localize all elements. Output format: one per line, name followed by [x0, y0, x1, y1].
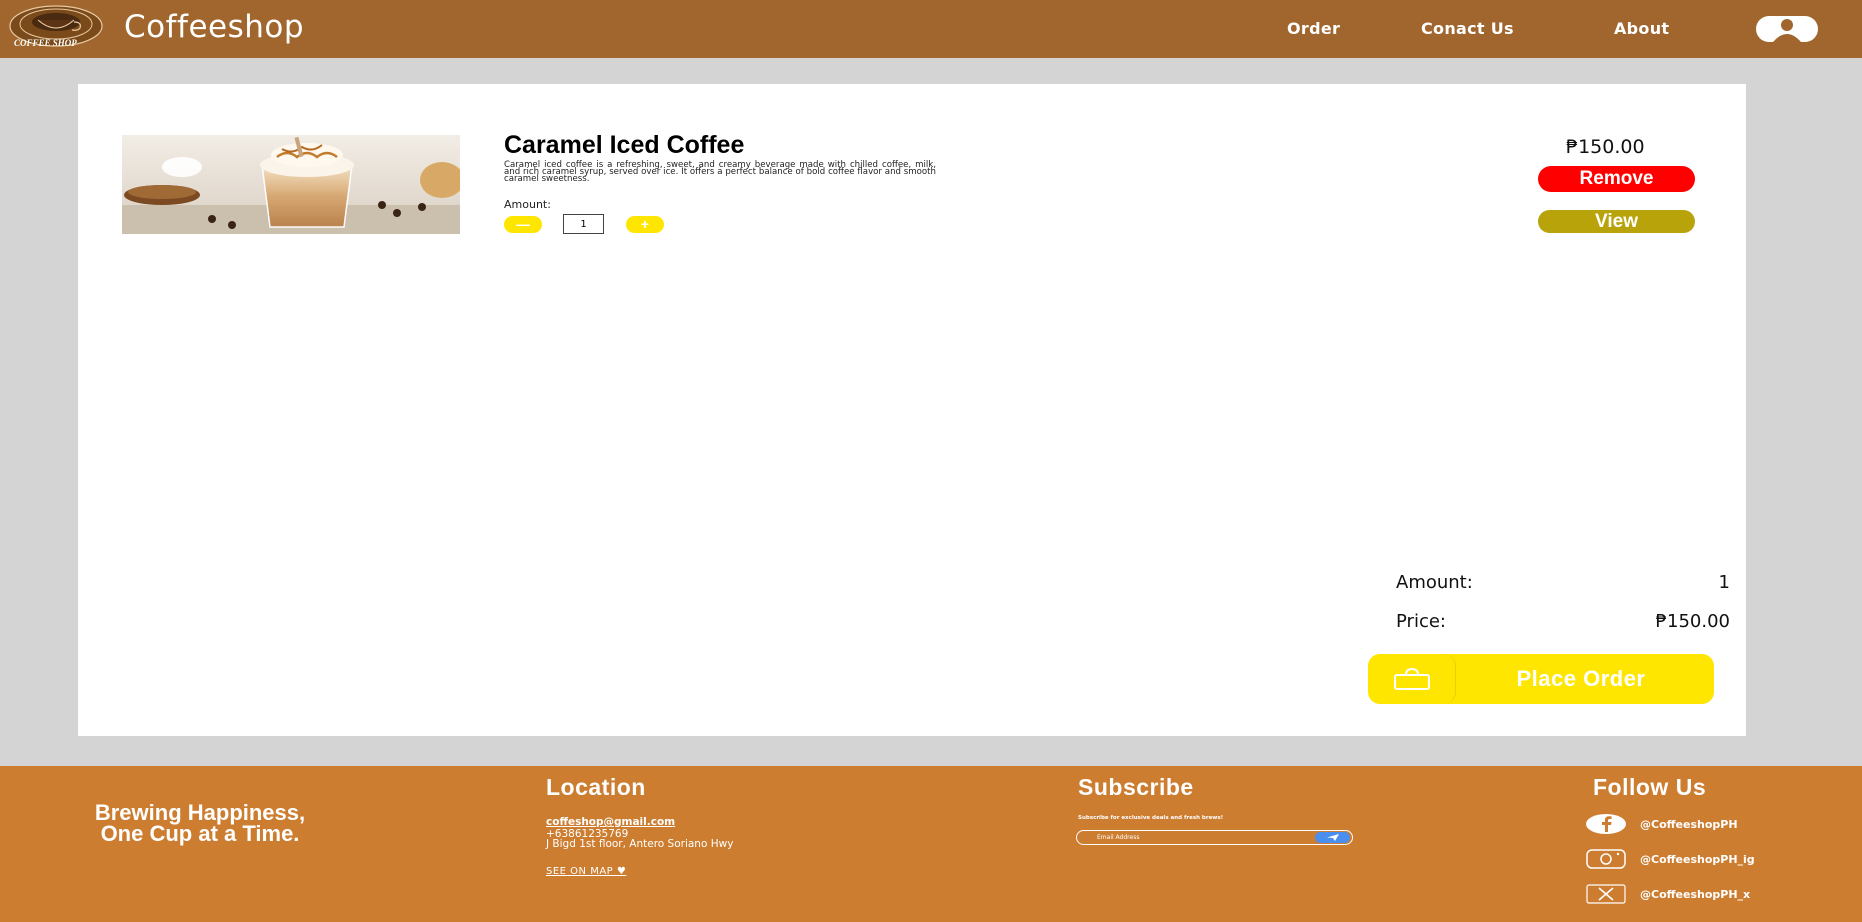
subscribe-send-button[interactable] [1315, 832, 1350, 843]
email-placeholder: Email Address [1097, 834, 1140, 841]
product-image [122, 135, 460, 234]
instagram-handle: @CoffeeshopPH_ig [1640, 853, 1755, 866]
top-navbar: COFFEE SHOP Coffeeshop Order Conact Us A… [0, 0, 1862, 58]
subscribe-heading: Subscribe [1078, 774, 1194, 800]
facebook-handle: @CoffeeshopPH [1640, 818, 1738, 831]
summary-amount-label: Amount: [1396, 572, 1473, 593]
shopping-bag-icon [1368, 654, 1456, 704]
facebook-icon [1586, 814, 1626, 834]
decrease-quantity-button[interactable]: — [504, 216, 542, 233]
amount-label: Amount: [504, 198, 551, 211]
x-handle: @CoffeeshopPH_x [1640, 888, 1751, 901]
nav-contact-link[interactable]: Conact Us [1421, 19, 1514, 38]
place-order-button[interactable]: Place Order [1368, 654, 1714, 704]
remove-button[interactable]: Remove [1538, 166, 1695, 192]
view-button[interactable]: View [1538, 210, 1695, 233]
subscribe-email-input[interactable]: Email Address [1076, 830, 1353, 845]
x-icon [1586, 884, 1626, 904]
instagram-icon [1586, 849, 1626, 869]
logo-text: COFFEE SHOP [14, 38, 77, 48]
subscribe-text: Subscribe for exclusive deals and fresh … [1078, 815, 1224, 821]
footer-tagline: Brewing Happiness, One Cup at a Time. [94, 800, 306, 846]
nav-order-link[interactable]: Order [1287, 19, 1340, 38]
contact-address: J Bigd 1st floor, Antero Soriano Hwy [546, 838, 734, 850]
send-icon [1326, 834, 1339, 841]
product-title: Caramel Iced Coffee [504, 131, 745, 159]
cart-card: Caramel Iced Coffee Caramel iced coffee … [78, 84, 1746, 736]
contact-email-link[interactable]: coffeshop@gmail.com [546, 816, 675, 828]
user-avatar-button[interactable] [1756, 16, 1818, 42]
place-order-label: Place Order [1516, 666, 1646, 691]
see-on-map-link[interactable]: SEE ON MAP ♥ [546, 866, 626, 877]
summary-price-value: ₱150.00 [1655, 611, 1730, 632]
summary-amount-value: 1 [1718, 572, 1730, 593]
follow-heading: Follow Us [1593, 774, 1707, 800]
footer: Brewing Happiness, One Cup at a Time. Lo… [0, 766, 1862, 922]
quantity-input[interactable] [563, 214, 604, 234]
user-icon [1773, 19, 1801, 42]
product-price: ₱150.00 [1566, 136, 1645, 158]
brand-name: Coffeeshop [124, 9, 305, 45]
location-heading: Location [546, 774, 646, 800]
coffee-shop-logo[interactable]: COFFEE SHOP [8, 4, 104, 54]
increase-quantity-button[interactable]: + [626, 216, 664, 233]
nav-about-link[interactable]: About [1614, 19, 1669, 38]
product-description: Caramel iced coffee is a refreshing, swe… [504, 160, 936, 184]
summary-price-label: Price: [1396, 611, 1446, 632]
